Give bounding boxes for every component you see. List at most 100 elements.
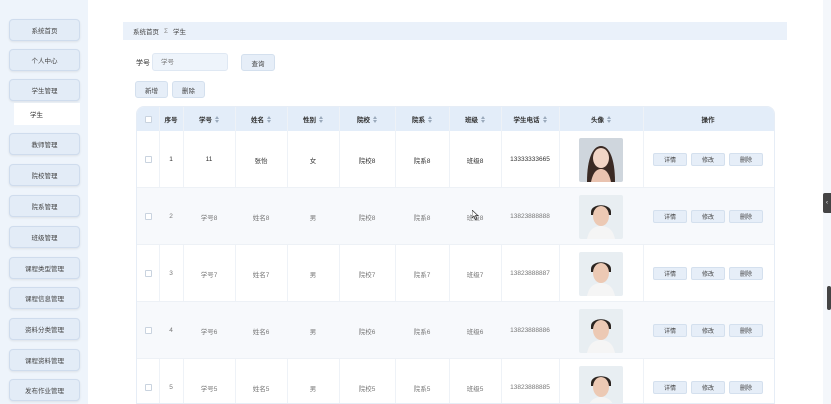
cell-avatar: [559, 359, 643, 403]
sidebar-item-label: 学生管理: [31, 88, 58, 95]
sort-icon[interactable]: [542, 115, 547, 123]
col-name[interactable]: 姓名: [235, 107, 287, 131]
row-delete-button[interactable]: 删除: [729, 210, 763, 223]
cell-class: 班级7: [466, 271, 484, 279]
select-all-checkbox[interactable]: [144, 115, 152, 123]
main-content: 系统首页 Σ 学生 学号 查询 新增 删除 序号 学号 姓名 性别 院校 院系 …: [88, 10, 823, 404]
cell-name: 姓名6: [252, 328, 270, 336]
detail-button[interactable]: 详情: [653, 153, 687, 166]
row-checkbox[interactable]: [144, 327, 152, 334]
sidebar-item-teachers[interactable]: 教师管理: [9, 133, 80, 155]
row-delete-button[interactable]: 删除: [729, 267, 763, 280]
sidebar: 系统首页 个人中心 学生管理 学生 教师管理 院校管理 院系管理 班级管理 课程…: [0, 0, 88, 404]
scrollbar[interactable]: [827, 286, 831, 310]
avatar[interactable]: [579, 251, 623, 296]
cell-name: 姓名7: [252, 271, 270, 279]
cell-avatar: [559, 131, 643, 188]
sort-icon[interactable]: [373, 115, 377, 123]
student-table: 序号 学号 姓名 性别 院校 院系 班级 学生电话 头像 操作 1 11 张怡女院校…: [136, 106, 775, 404]
cell-phone: 13823888888: [510, 213, 550, 220]
edit-button[interactable]: 修改: [691, 381, 725, 394]
row-delete-button[interactable]: 删除: [729, 324, 763, 337]
breadcrumb-home[interactable]: 系统首页: [133, 26, 159, 36]
row-checkbox[interactable]: [144, 270, 152, 277]
sort-icon[interactable]: [267, 115, 271, 123]
sort-icon[interactable]: [607, 115, 611, 123]
sidebar-item-label: 教师管理: [31, 142, 58, 149]
avatar[interactable]: [579, 308, 623, 353]
col-id[interactable]: 学号: [183, 107, 235, 131]
sidebar-item-schools[interactable]: 院校管理: [9, 164, 80, 186]
cell-class: 班级5: [466, 385, 484, 393]
cell-id: 学号7: [200, 271, 218, 279]
sidebar-item-material-categories[interactable]: 资料分类管理: [9, 318, 80, 340]
cell-actions: 详情 修改 删除: [643, 188, 773, 245]
detail-button[interactable]: 详情: [653, 210, 687, 223]
cell-school: 院校6: [358, 328, 376, 336]
row-delete-button[interactable]: 删除: [729, 153, 763, 166]
avatar[interactable]: [579, 365, 623, 403]
search-input[interactable]: [152, 53, 228, 71]
sort-icon[interactable]: [481, 115, 485, 123]
row-checkbox[interactable]: [144, 213, 152, 220]
detail-button[interactable]: 详情: [653, 381, 687, 394]
col-class[interactable]: 班级: [449, 107, 501, 131]
col-no: 序号: [164, 117, 178, 124]
cell-phone: 13823888885: [510, 384, 550, 391]
cell-id: 学号8: [200, 214, 218, 222]
edit-button[interactable]: 修改: [691, 267, 725, 280]
cell-avatar: [559, 188, 643, 245]
row-checkbox[interactable]: [144, 384, 152, 391]
delete-button[interactable]: 删除: [172, 81, 205, 98]
sidebar-item-course-types[interactable]: 课程类型管理: [9, 257, 80, 279]
col-phone[interactable]: 学生电话: [501, 107, 559, 131]
sidebar-item-label: 资料分类管理: [25, 327, 64, 334]
cell-actions: 详情 修改 删除: [643, 302, 773, 359]
sidebar-item-departments[interactable]: 院系管理: [9, 195, 80, 217]
col-dept[interactable]: 院系: [395, 107, 449, 131]
avatar[interactable]: [579, 194, 623, 239]
sidebar-item-home[interactable]: 系统首页: [9, 19, 80, 41]
detail-button[interactable]: 详情: [653, 267, 687, 280]
col-gender[interactable]: 性别: [287, 107, 339, 131]
avatar[interactable]: [579, 137, 623, 182]
row-checkbox[interactable]: [144, 156, 152, 163]
cell-no: 3: [169, 270, 173, 277]
cell-select: [137, 359, 159, 403]
add-button[interactable]: 新增: [135, 81, 168, 98]
cell-avatar: [559, 245, 643, 302]
sort-icon[interactable]: [215, 115, 219, 123]
sort-icon[interactable]: [319, 115, 323, 123]
mouse-cursor-icon: [471, 209, 479, 222]
query-button[interactable]: 查询: [241, 54, 275, 71]
detail-button[interactable]: 详情: [653, 324, 687, 337]
cell-no: 1: [169, 156, 173, 163]
cell-dept: 院系6: [413, 328, 431, 336]
col-avatar[interactable]: 头像: [559, 107, 643, 131]
edit-button[interactable]: 修改: [691, 153, 725, 166]
sidebar-item-homework[interactable]: 发布作业管理: [9, 379, 80, 401]
sidebar-subitem-label: 学生: [30, 112, 43, 119]
sort-icon[interactable]: [428, 115, 432, 123]
table-row: 1 11 张怡女院校8 院系8 班级8 13333333665 详情 修改 删除: [137, 131, 774, 188]
sidebar-item-profile[interactable]: 个人中心: [9, 49, 80, 71]
sidebar-item-classes[interactable]: 班级管理: [9, 226, 80, 248]
cell-gender: 男: [309, 214, 317, 222]
col-school[interactable]: 院校: [339, 107, 395, 131]
sidebar-item-course-materials[interactable]: 课程资料管理: [9, 349, 80, 371]
sidebar-item-label: 课程资料管理: [25, 358, 64, 365]
sidebar-item-course-info[interactable]: 课程信息管理: [9, 287, 80, 309]
edit-button[interactable]: 修改: [691, 324, 725, 337]
sidebar-item-students[interactable]: 学生管理: [9, 79, 80, 101]
cell-phone: 13823888886: [510, 327, 550, 334]
cell-gender: 男: [309, 328, 317, 336]
cell-dept: 院系5: [413, 385, 431, 393]
edit-button[interactable]: 修改: [691, 210, 725, 223]
cell-id: 11: [205, 156, 213, 163]
cell-school: 院校5: [358, 385, 376, 393]
cell-phone: 13333333665: [510, 156, 550, 163]
sidebar-subitem-student[interactable]: 学生: [14, 103, 80, 125]
cell-gender: 男: [309, 271, 317, 279]
collapse-tab[interactable]: ‹: [823, 193, 831, 213]
row-delete-button[interactable]: 删除: [729, 381, 763, 394]
